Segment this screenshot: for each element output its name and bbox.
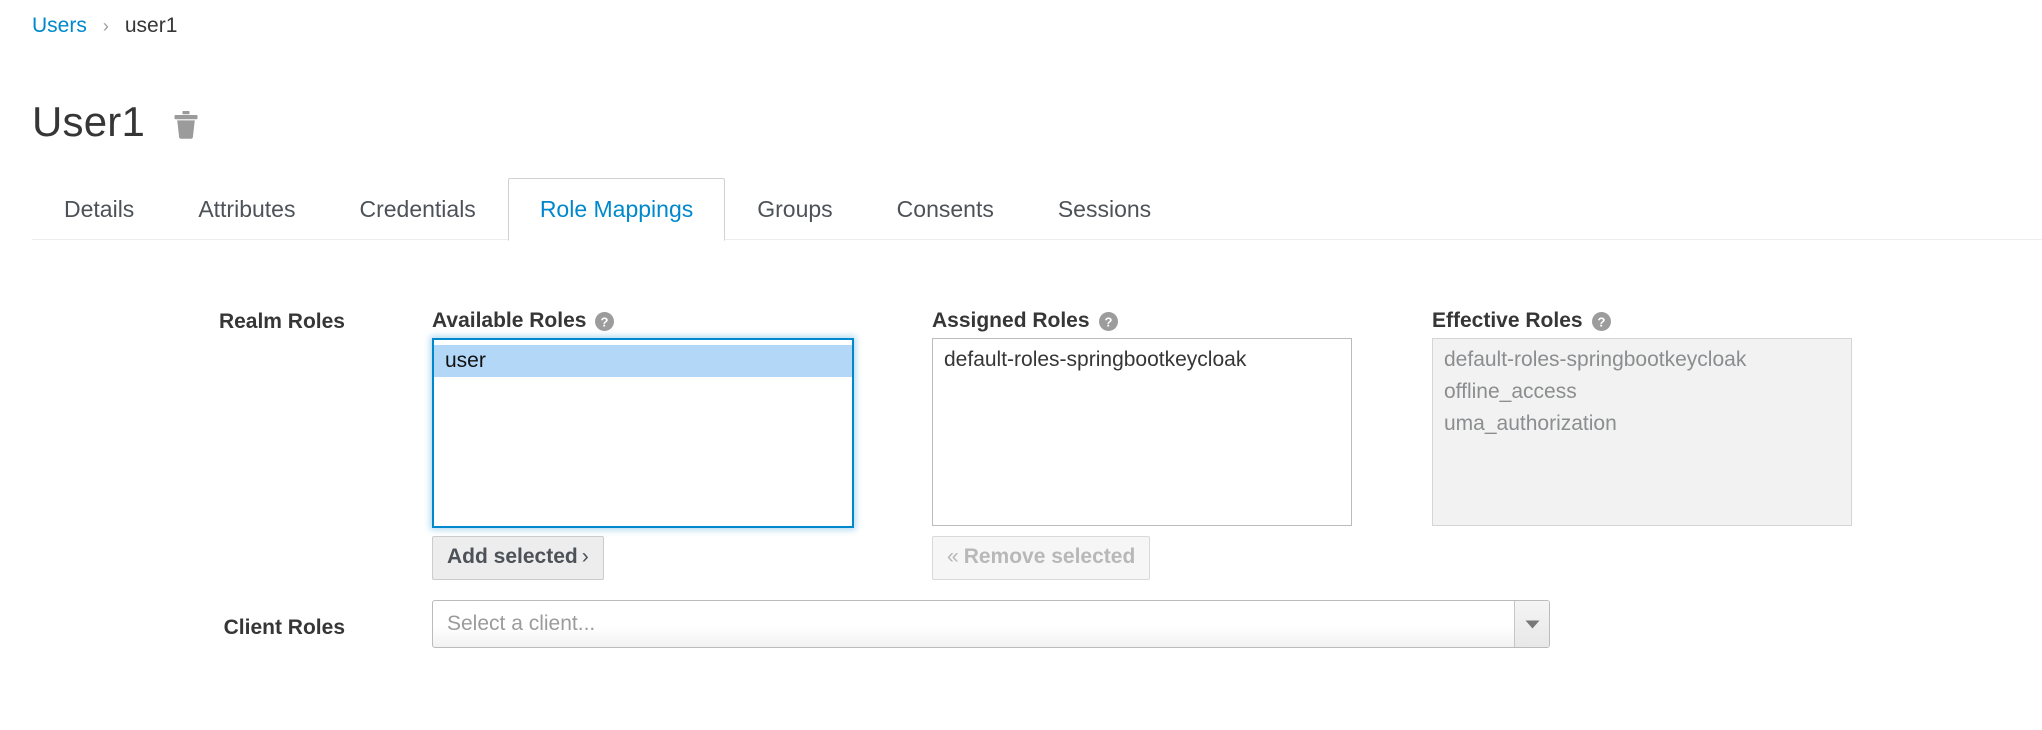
trash-icon-glyph (174, 111, 198, 139)
trash-icon[interactable] (173, 110, 199, 140)
tab-sessions[interactable]: Sessions (1026, 178, 1183, 240)
svg-text:?: ? (1597, 314, 1605, 329)
remove-selected-button[interactable]: «Remove selected (932, 536, 1151, 580)
tab-bar: Details Attributes Credentials Role Mapp… (32, 177, 2042, 241)
help-circle-icon[interactable]: ? (1591, 311, 1611, 331)
available-roles-listbox[interactable]: user (432, 338, 854, 528)
tab-groups[interactable]: Groups (725, 178, 864, 240)
client-select-value[interactable]: Select a client... (433, 601, 1514, 647)
tab-consents[interactable]: Consents (865, 178, 1026, 240)
assigned-roles-listbox[interactable]: default-roles-springbootkeycloak (932, 338, 1352, 526)
remove-selected-label: Remove selected (963, 545, 1136, 568)
double-chevron-left-icon: « (947, 545, 959, 568)
realm-roles-label: Realm Roles (218, 310, 345, 333)
breadcrumb-link-users[interactable]: Users (32, 13, 87, 39)
caret-down-icon[interactable] (1514, 601, 1549, 647)
effective-roles-heading: Effective Roles ? (1432, 308, 1611, 334)
help-circle-icon-glyph: ? (1098, 311, 1118, 331)
tab-attributes[interactable]: Attributes (166, 178, 327, 240)
breadcrumb-current-user1: user1 (124, 14, 178, 37)
help-circle-icon-glyph: ? (595, 311, 615, 331)
help-circle-icon-glyph: ? (1591, 311, 1611, 331)
client-roles-label: Client Roles (223, 616, 345, 639)
caret-down-icon-glyph (1525, 620, 1539, 628)
tab-credentials[interactable]: Credentials (327, 178, 507, 240)
assigned-roles-heading: Assigned Roles ? (932, 308, 1118, 334)
add-selected-label: Add selected (447, 545, 578, 568)
client-select[interactable]: Select a client... (432, 600, 1550, 648)
page-title: User1 (32, 98, 146, 145)
available-roles-option[interactable]: user (434, 345, 852, 377)
page-header: User1 (32, 98, 199, 146)
tab-list: Details Attributes Credentials Role Mapp… (32, 177, 2042, 241)
effective-roles-listbox: default-roles-springbootkeycloak offline… (1432, 338, 1852, 526)
breadcrumb-separator-icon: › (102, 16, 109, 36)
effective-roles-option: uma_authorization (1444, 412, 1617, 435)
tab-details[interactable]: Details (32, 178, 166, 240)
chevron-right-icon: › (581, 545, 589, 568)
breadcrumb: Users › user1 (32, 13, 177, 39)
effective-roles-option: offline_access (1444, 380, 1577, 403)
available-roles-heading: Available Roles ? (432, 308, 615, 334)
help-circle-icon[interactable]: ? (595, 311, 615, 331)
assigned-roles-option[interactable]: default-roles-springbootkeycloak (933, 344, 1351, 376)
assigned-roles-heading-text: Assigned Roles (932, 309, 1090, 332)
add-selected-button[interactable]: Add selected › (432, 536, 604, 580)
tab-role-mappings[interactable]: Role Mappings (507, 178, 726, 241)
available-roles-heading-text: Available Roles (432, 309, 587, 332)
help-circle-icon[interactable]: ? (1098, 311, 1118, 331)
svg-text:?: ? (601, 314, 609, 329)
effective-roles-option: default-roles-springbootkeycloak (1444, 348, 1747, 371)
svg-text:?: ? (1104, 314, 1112, 329)
effective-roles-heading-text: Effective Roles (1432, 309, 1583, 332)
